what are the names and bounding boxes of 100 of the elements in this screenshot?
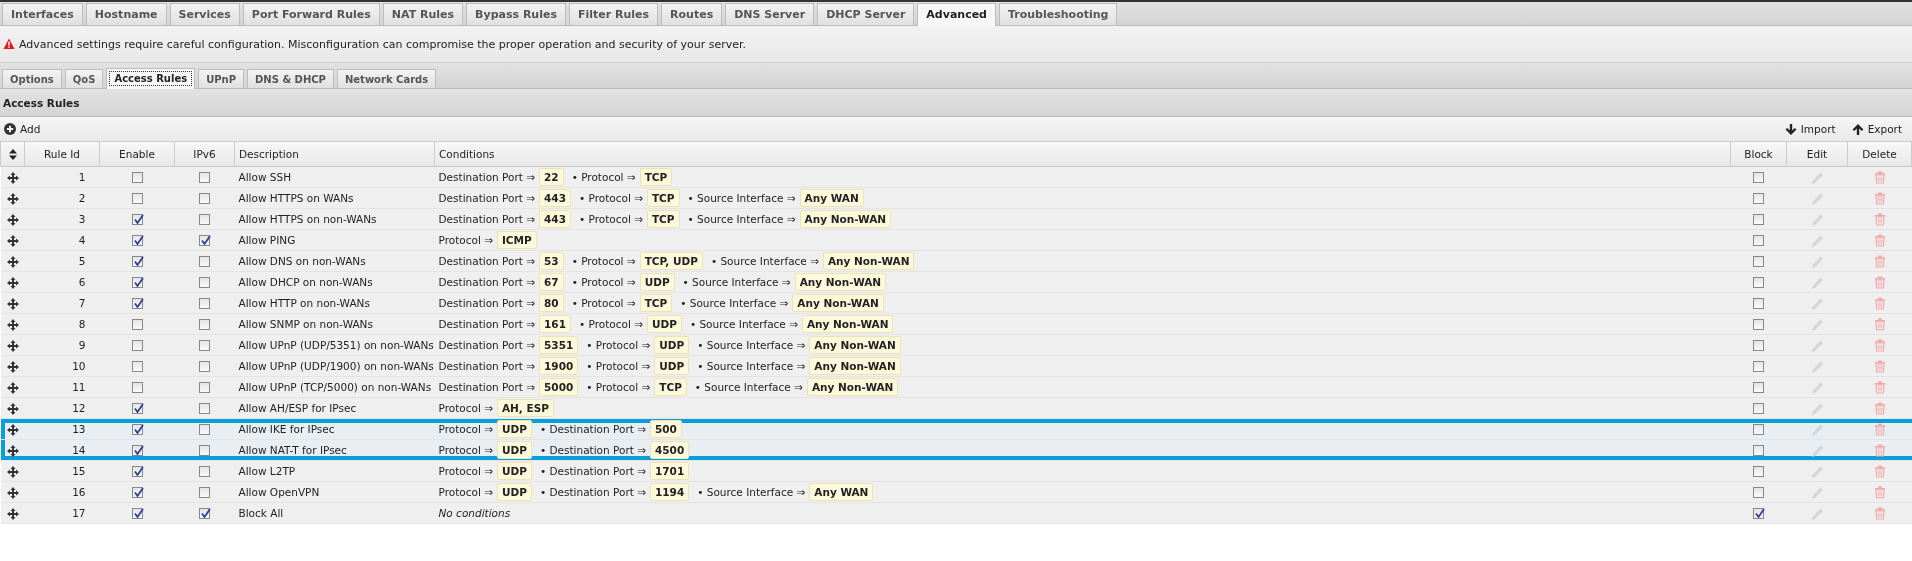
- import-button[interactable]: Import: [1782, 121, 1838, 137]
- tab[interactable]: QoS: [64, 69, 104, 88]
- checkbox[interactable]: [131, 403, 143, 415]
- checkbox[interactable]: [131, 235, 143, 247]
- move-handle-icon[interactable]: [6, 444, 19, 457]
- checkbox[interactable]: [199, 466, 210, 478]
- add-button[interactable]: Add: [2, 121, 43, 137]
- tab[interactable]: NAT Rules: [382, 3, 464, 25]
- checkbox[interactable]: [1753, 424, 1764, 436]
- checkbox[interactable]: [1753, 193, 1764, 205]
- move-handle-icon[interactable]: [6, 465, 19, 478]
- move-handle-icon[interactable]: [6, 171, 19, 184]
- checkbox[interactable]: [1753, 214, 1764, 226]
- checkbox[interactable]: [1753, 403, 1764, 415]
- move-handle-icon[interactable]: [6, 339, 19, 352]
- tab[interactable]: Access Rules: [106, 68, 196, 89]
- checkbox[interactable]: [1753, 382, 1764, 394]
- checkbox[interactable]: [131, 466, 143, 478]
- checkbox[interactable]: [1753, 256, 1764, 268]
- checkbox[interactable]: [131, 340, 143, 352]
- check-icon: [132, 445, 144, 457]
- move-handle-icon[interactable]: [6, 192, 19, 205]
- move-handle-icon[interactable]: [6, 276, 19, 289]
- move-handle-icon[interactable]: [6, 423, 19, 436]
- move-handle-icon[interactable]: [6, 297, 19, 310]
- move-handle-icon[interactable]: [6, 507, 19, 520]
- checkbox[interactable]: [1753, 508, 1764, 520]
- checkbox[interactable]: [131, 424, 143, 436]
- move-handle-icon[interactable]: [6, 234, 19, 247]
- checkbox[interactable]: [199, 298, 210, 310]
- tab[interactable]: UPnP: [198, 69, 245, 88]
- check-icon: [132, 487, 144, 499]
- checkbox[interactable]: [199, 256, 210, 268]
- tab[interactable]: DNS Server: [725, 3, 815, 25]
- checkbox[interactable]: [199, 277, 210, 289]
- checkbox[interactable]: [131, 508, 143, 520]
- condition-label: Destination Port ⇒: [438, 213, 536, 225]
- checkbox[interactable]: [131, 487, 143, 499]
- tab[interactable]: DNS & DHCP: [247, 69, 334, 88]
- checkbox[interactable]: [199, 235, 210, 247]
- move-handle-icon[interactable]: [6, 486, 19, 499]
- checkbox[interactable]: [131, 172, 143, 184]
- tab[interactable]: Options: [2, 69, 62, 88]
- column-header: Conditions: [434, 142, 1731, 167]
- move-handle-icon[interactable]: [6, 255, 19, 268]
- checkbox[interactable]: [199, 319, 210, 331]
- move-handle-icon[interactable]: [6, 381, 19, 394]
- checkbox[interactable]: [1753, 319, 1764, 331]
- tab[interactable]: DHCP Server: [817, 3, 915, 25]
- tab[interactable]: Interfaces: [2, 3, 83, 25]
- checkbox[interactable]: [1753, 172, 1764, 184]
- checkbox[interactable]: [199, 340, 210, 352]
- checkbox[interactable]: [131, 382, 143, 394]
- tab[interactable]: Filter Rules: [568, 3, 659, 25]
- condition-label: • Protocol ⇒: [578, 192, 643, 204]
- tab[interactable]: Network Cards: [336, 69, 437, 88]
- tab[interactable]: Troubleshooting: [999, 3, 1118, 25]
- condition-label: • Protocol ⇒: [578, 213, 643, 225]
- checkbox[interactable]: [199, 214, 210, 226]
- checkbox[interactable]: [1753, 340, 1764, 352]
- checkbox[interactable]: [199, 445, 210, 457]
- tab[interactable]: Advanced: [917, 3, 996, 26]
- trash-icon[interactable]: [1873, 422, 1886, 436]
- checkbox[interactable]: [199, 382, 210, 394]
- checkbox[interactable]: [131, 214, 143, 226]
- checkbox[interactable]: [199, 508, 210, 520]
- tab[interactable]: Services: [169, 3, 240, 25]
- checkbox[interactable]: [199, 193, 210, 205]
- checkbox[interactable]: [199, 424, 210, 436]
- checkbox[interactable]: [131, 256, 143, 268]
- tab[interactable]: Hostname: [85, 3, 167, 25]
- checkbox[interactable]: [131, 319, 143, 331]
- checkbox[interactable]: [131, 277, 143, 289]
- tab[interactable]: Bypass Rules: [466, 3, 566, 25]
- checkbox[interactable]: [199, 403, 210, 415]
- condition-label: • Source Interface ⇒: [689, 318, 798, 330]
- checkbox[interactable]: [1753, 298, 1764, 310]
- checkbox[interactable]: [199, 172, 210, 184]
- checkbox[interactable]: [1753, 445, 1764, 457]
- move-handle-icon[interactable]: [6, 318, 19, 331]
- checkbox[interactable]: [131, 361, 143, 373]
- pencil-icon[interactable]: [1811, 444, 1823, 457]
- checkbox[interactable]: [131, 298, 143, 310]
- checkbox[interactable]: [199, 361, 210, 373]
- tab[interactable]: Port Forward Rules: [242, 3, 380, 25]
- checkbox[interactable]: [199, 487, 210, 499]
- move-handle-icon[interactable]: [6, 402, 19, 415]
- export-button[interactable]: Export: [1849, 121, 1904, 137]
- checkbox[interactable]: [131, 193, 143, 205]
- checkbox[interactable]: [1753, 487, 1764, 499]
- trash-icon[interactable]: [1873, 443, 1886, 457]
- tab[interactable]: Routes: [661, 3, 723, 25]
- checkbox[interactable]: [131, 445, 143, 457]
- check-icon: [200, 508, 211, 520]
- checkbox[interactable]: [1753, 277, 1764, 289]
- move-handle-icon[interactable]: [6, 213, 19, 226]
- checkbox[interactable]: [1753, 361, 1764, 373]
- checkbox[interactable]: [1753, 466, 1764, 478]
- move-handle-icon[interactable]: [6, 360, 19, 373]
- checkbox[interactable]: [1753, 235, 1764, 247]
